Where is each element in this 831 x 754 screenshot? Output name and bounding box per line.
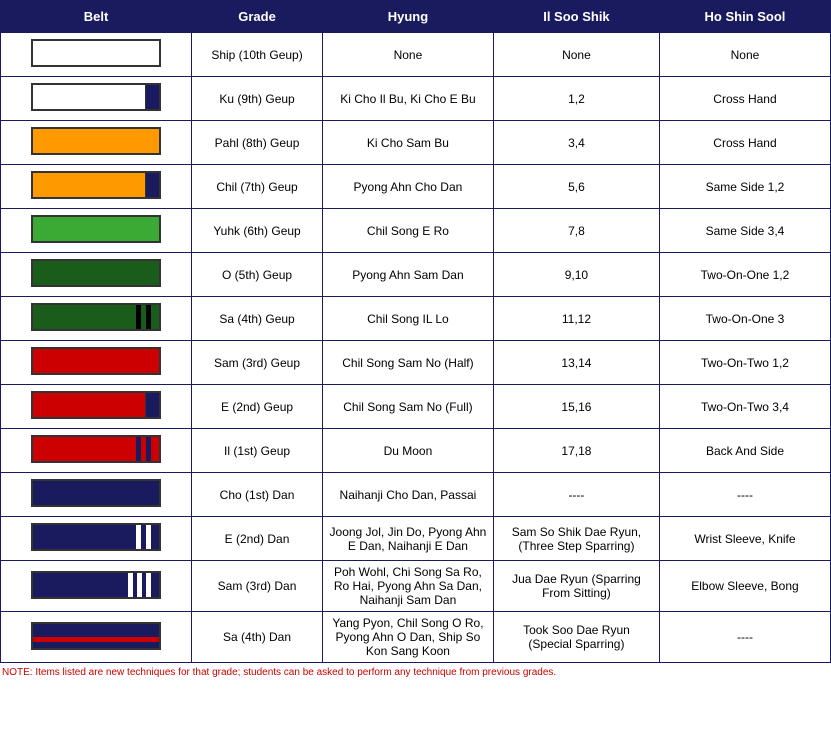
ho-shin-sool-cell: Elbow Sleeve, Bong [659, 561, 830, 612]
ho-shin-sool-cell: Cross Hand [659, 77, 830, 121]
table-row: Ku (9th) Geup Ki Cho Il Bu, Ki Cho E Bu … [1, 77, 831, 121]
hyung-cell: Du Moon [322, 429, 493, 473]
il-soo-shik-cell: 7,8 [493, 209, 659, 253]
hyung-cell: Chil Song Sam No (Full) [322, 385, 493, 429]
hyung-cell: Pyong Ahn Sam Dan [322, 253, 493, 297]
table-row: Ship (10th Geup) None None None [1, 33, 831, 77]
ho-shin-sool-cell: Two-On-Two 1,2 [659, 341, 830, 385]
table-row: E (2nd) Geup Chil Song Sam No (Full) 15,… [1, 385, 831, 429]
header-il-soo-shik: Il Soo Shik [493, 1, 659, 33]
il-soo-shik-cell: Sam So Shik Dae Ryun, (Three Step Sparri… [493, 517, 659, 561]
header-ho-shin-sool: Ho Shin Sool [659, 1, 830, 33]
hyung-cell: Yang Pyon, Chil Song O Ro, Pyong Ahn O D… [322, 612, 493, 663]
table-row: Sa (4th) Dan Yang Pyon, Chil Song O Ro, … [1, 612, 831, 663]
table-row: Cho (1st) Dan Naihanji Cho Dan, Passai -… [1, 473, 831, 517]
il-soo-shik-cell: 13,14 [493, 341, 659, 385]
il-soo-shik-cell: 9,10 [493, 253, 659, 297]
grade-cell: Il (1st) Geup [192, 429, 323, 473]
hyung-cell: Ki Cho Sam Bu [322, 121, 493, 165]
grade-cell: Sa (4th) Geup [192, 297, 323, 341]
hyung-cell: Joong Jol, Jin Do, Pyong Ahn E Dan, Naih… [322, 517, 493, 561]
hyung-cell: Naihanji Cho Dan, Passai [322, 473, 493, 517]
belt-cell [1, 517, 192, 561]
note-text: NOTE: Items listed are new techniques fo… [0, 663, 831, 682]
belt-table: Belt Grade Hyung Il Soo Shik Ho Shin Soo… [0, 0, 831, 663]
header-hyung: Hyung [322, 1, 493, 33]
hyung-cell: Pyong Ahn Cho Dan [322, 165, 493, 209]
hyung-cell: Chil Song E Ro [322, 209, 493, 253]
table-row: O (5th) Geup Pyong Ahn Sam Dan 9,10 Two-… [1, 253, 831, 297]
grade-cell: Sam (3rd) Dan [192, 561, 323, 612]
ho-shin-sool-cell: Same Side 3,4 [659, 209, 830, 253]
hyung-cell: Chil Song Sam No (Half) [322, 341, 493, 385]
belt-cell [1, 33, 192, 77]
table-row: Sam (3rd) Geup Chil Song Sam No (Half) 1… [1, 341, 831, 385]
ho-shin-sool-cell: Cross Hand [659, 121, 830, 165]
belt-cell [1, 121, 192, 165]
ho-shin-sool-cell: Two-On-One 1,2 [659, 253, 830, 297]
grade-cell: Ku (9th) Geup [192, 77, 323, 121]
grade-cell: E (2nd) Geup [192, 385, 323, 429]
ho-shin-sool-cell: Two-On-Two 3,4 [659, 385, 830, 429]
header-grade: Grade [192, 1, 323, 33]
ho-shin-sool-cell: Wrist Sleeve, Knife [659, 517, 830, 561]
belt-cell [1, 385, 192, 429]
grade-cell: Cho (1st) Dan [192, 473, 323, 517]
il-soo-shik-cell: Jua Dae Ryun (Sparring From Sitting) [493, 561, 659, 612]
table-row: Sa (4th) Geup Chil Song IL Lo 11,12 Two-… [1, 297, 831, 341]
il-soo-shik-cell: 17,18 [493, 429, 659, 473]
table-row: Il (1st) Geup Du Moon 17,18 Back And Sid… [1, 429, 831, 473]
belt-cell [1, 473, 192, 517]
il-soo-shik-cell: 5,6 [493, 165, 659, 209]
grade-cell: O (5th) Geup [192, 253, 323, 297]
ho-shin-sool-cell: Same Side 1,2 [659, 165, 830, 209]
header-belt: Belt [1, 1, 192, 33]
hyung-cell: Ki Cho Il Bu, Ki Cho E Bu [322, 77, 493, 121]
table-row: Chil (7th) Geup Pyong Ahn Cho Dan 5,6 Sa… [1, 165, 831, 209]
ho-shin-sool-cell: None [659, 33, 830, 77]
table-row: Yuhk (6th) Geup Chil Song E Ro 7,8 Same … [1, 209, 831, 253]
hyung-cell: Chil Song IL Lo [322, 297, 493, 341]
grade-cell: Chil (7th) Geup [192, 165, 323, 209]
table-row: Pahl (8th) Geup Ki Cho Sam Bu 3,4 Cross … [1, 121, 831, 165]
belt-cell [1, 612, 192, 663]
table-row: E (2nd) Dan Joong Jol, Jin Do, Pyong Ahn… [1, 517, 831, 561]
grade-cell: Sa (4th) Dan [192, 612, 323, 663]
grade-cell: Sam (3rd) Geup [192, 341, 323, 385]
belt-cell [1, 77, 192, 121]
belt-cell [1, 165, 192, 209]
belt-cell [1, 253, 192, 297]
il-soo-shik-cell: 1,2 [493, 77, 659, 121]
belt-cell [1, 561, 192, 612]
main-container: Belt Grade Hyung Il Soo Shik Ho Shin Soo… [0, 0, 831, 682]
grade-cell: Pahl (8th) Geup [192, 121, 323, 165]
il-soo-shik-cell: Took Soo Dae Ryun (Special Sparring) [493, 612, 659, 663]
grade-cell: Ship (10th Geup) [192, 33, 323, 77]
hyung-cell: Poh Wohl, Chi Song Sa Ro, Ro Hai, Pyong … [322, 561, 493, 612]
belt-cell [1, 297, 192, 341]
grade-cell: Yuhk (6th) Geup [192, 209, 323, 253]
il-soo-shik-cell: ---- [493, 473, 659, 517]
ho-shin-sool-cell: ---- [659, 473, 830, 517]
il-soo-shik-cell: None [493, 33, 659, 77]
belt-cell [1, 429, 192, 473]
hyung-cell: None [322, 33, 493, 77]
ho-shin-sool-cell: ---- [659, 612, 830, 663]
il-soo-shik-cell: 11,12 [493, 297, 659, 341]
il-soo-shik-cell: 15,16 [493, 385, 659, 429]
grade-cell: E (2nd) Dan [192, 517, 323, 561]
belt-cell [1, 341, 192, 385]
ho-shin-sool-cell: Two-On-One 3 [659, 297, 830, 341]
il-soo-shik-cell: 3,4 [493, 121, 659, 165]
table-row: Sam (3rd) Dan Poh Wohl, Chi Song Sa Ro, … [1, 561, 831, 612]
belt-cell [1, 209, 192, 253]
ho-shin-sool-cell: Back And Side [659, 429, 830, 473]
